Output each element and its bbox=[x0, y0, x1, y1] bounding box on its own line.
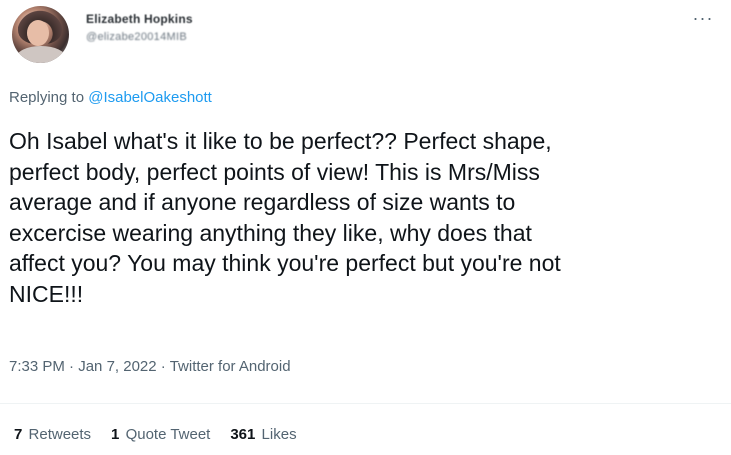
likes-label: Likes bbox=[261, 426, 297, 443]
quote-tweets-stat[interactable]: 1 Quote Tweet bbox=[111, 426, 210, 443]
tweet-header: Elizabeth Hopkins @elizabe20014MIB ··· bbox=[12, 6, 719, 66]
author-handle[interactable]: @elizabe20014MIB bbox=[86, 31, 187, 43]
author-name[interactable]: Elizabeth Hopkins bbox=[86, 12, 193, 26]
retweets-count: 7 bbox=[14, 426, 23, 443]
tweet-time[interactable]: 7:33 PM bbox=[9, 358, 65, 375]
retweets-stat[interactable]: 7 Retweets bbox=[14, 426, 91, 443]
avatar-face bbox=[27, 20, 49, 46]
avatar[interactable] bbox=[12, 6, 69, 63]
replying-to: Replying to @IsabelOakeshott bbox=[9, 89, 212, 106]
divider bbox=[0, 403, 731, 404]
replying-to-label: Replying to bbox=[9, 89, 89, 106]
tweet-source[interactable]: Twitter for Android bbox=[170, 358, 291, 375]
meta-separator: · bbox=[64, 358, 79, 375]
ellipsis-icon[interactable]: ··· bbox=[691, 9, 715, 30]
quote-tweets-count: 1 bbox=[111, 426, 120, 443]
tweet-date[interactable]: Jan 7, 2022 bbox=[78, 358, 156, 375]
tweet: Elizabeth Hopkins @elizabe20014MIB ··· R… bbox=[0, 0, 731, 455]
tweet-meta: 7:33 PM · Jan 7, 2022 · Twitter for Andr… bbox=[9, 358, 291, 375]
mention-link[interactable]: @IsabelOakeshott bbox=[88, 89, 212, 106]
retweets-label: Retweets bbox=[28, 426, 92, 443]
avatar-shoulder bbox=[16, 46, 66, 63]
tweet-stats: 7 Retweets 1 Quote Tweet 361 Likes bbox=[14, 426, 317, 443]
meta-separator: · bbox=[156, 358, 170, 375]
tweet-text: Oh Isabel what's it like to be perfect??… bbox=[9, 128, 561, 307]
quote-tweets-label: Quote Tweet bbox=[125, 426, 211, 443]
likes-count: 361 bbox=[230, 426, 256, 443]
likes-stat[interactable]: 361 Likes bbox=[230, 426, 296, 443]
